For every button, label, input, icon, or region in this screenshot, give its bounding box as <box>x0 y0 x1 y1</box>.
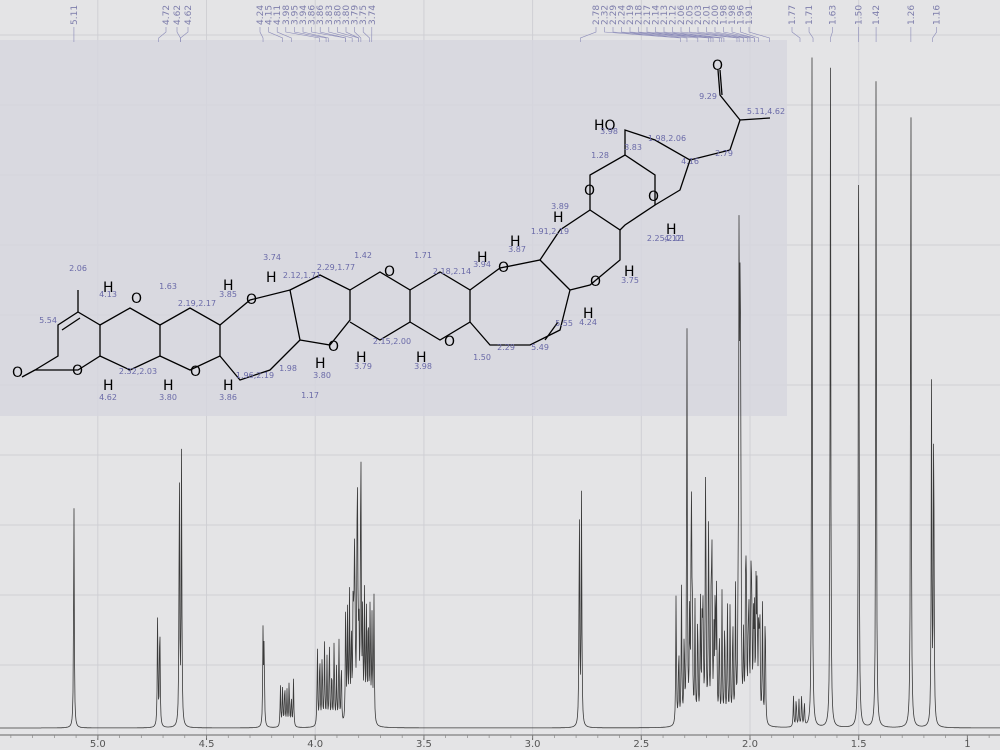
structure-shift-label: 1.91,2.19 <box>531 227 569 236</box>
structure-shift-label: 2.79 <box>715 149 733 158</box>
structure-shift-label: 1.28 <box>591 151 609 160</box>
structure-shift-label: 2.18,2.14 <box>433 267 471 276</box>
structure-shift-label: 1.98 <box>279 364 297 373</box>
x-axis: 5.0 4.5 4.0 3.5 3.0 2.5 2.0 1.5 1 <box>0 734 1000 750</box>
svg-text:O: O <box>246 292 257 308</box>
svg-text:H: H <box>553 210 564 226</box>
structure-shift-label: 4.13 <box>99 290 117 299</box>
structure-shift-label: 3.79 <box>354 362 372 371</box>
svg-text:O: O <box>328 339 339 355</box>
structure-shift-label: 2.12,1.71 <box>283 271 321 280</box>
structure-shift-label: 2.15,2.00 <box>373 337 411 346</box>
structure-shift-label: 2.29 <box>497 343 515 352</box>
structure-shift-label: 1.96,2.19 <box>236 371 274 380</box>
structure-shift-label: 4.12 <box>664 234 682 243</box>
svg-text:H: H <box>266 270 277 286</box>
x-tick-label: 1.5 <box>851 739 867 750</box>
svg-text:H: H <box>223 378 234 394</box>
x-tick-label: 3.5 <box>416 739 432 750</box>
structure-shift-label: 3.98 <box>600 127 618 136</box>
structure-shift-label: 3.87 <box>508 245 526 254</box>
structure-shift-label: 1.42 <box>354 251 372 260</box>
structure-shift-label: 3.80 <box>313 371 331 380</box>
structure-shift-label: 3.94 <box>473 260 491 269</box>
structure-shift-label: 5.55 <box>555 319 573 328</box>
structure-shift-label: 3.89 <box>551 202 569 211</box>
x-tick-label: 4.5 <box>199 739 215 750</box>
structure-shift-label: 1.50 <box>473 353 491 362</box>
x-tick-label: 3.0 <box>525 739 541 750</box>
structure-shift-label: 2.19,2.17 <box>178 299 216 308</box>
peak-labels: 5.11 4.72 4.62 4.62 4.244.154.113.983.953.94… <box>70 5 943 25</box>
x-tick-label: 2.0 <box>742 739 758 750</box>
peak-label: 4.62 <box>184 5 194 25</box>
peak-label: 3.74 <box>368 5 378 25</box>
peak-label: 1.50 <box>855 5 865 25</box>
svg-text:O: O <box>648 189 659 205</box>
structure-shift-label: 3.83 <box>624 143 642 152</box>
peak-label: 1.26 <box>907 5 917 25</box>
structure-shift-label: 2.29,1.77 <box>317 263 355 272</box>
structure-shift-label: 3.74 <box>263 253 281 262</box>
peak-label: 1.71 <box>805 5 815 25</box>
svg-text:O: O <box>590 274 601 290</box>
structure-shift-label: 1.17 <box>301 391 319 400</box>
svg-text:O: O <box>72 363 83 379</box>
structure-shift-label: 1.71 <box>414 251 432 260</box>
peak-label: 4.72 <box>162 5 172 25</box>
peak-label: 1.63 <box>828 5 838 25</box>
svg-text:O: O <box>498 260 509 276</box>
structure-shift-label: 1.98,2.06 <box>648 134 686 143</box>
structure-shift-label: 1.63 <box>159 282 177 291</box>
structure-shift-label: 3.75 <box>621 276 639 285</box>
structure-shift-label: 5.54 <box>39 316 57 325</box>
svg-text:O: O <box>712 58 723 74</box>
structure-shift-label: 2.32,2.03 <box>119 367 157 376</box>
structure-shift-label: 3.98 <box>414 362 432 371</box>
svg-text:H: H <box>103 378 114 394</box>
peak-label: 1.77 <box>788 5 798 25</box>
structure-shift-label: 3.85 <box>219 290 237 299</box>
svg-text:O: O <box>384 264 395 280</box>
structure-shift-label: 9.29 <box>699 92 717 101</box>
peak-label: 1.42 <box>872 5 882 25</box>
peak-label: 4.62 <box>173 5 183 25</box>
svg-text:H: H <box>163 378 174 394</box>
svg-text:O: O <box>12 365 23 381</box>
structure-shift-label: 5.11,4.62 <box>747 107 785 116</box>
structure-shift-label: 4.16 <box>681 157 699 166</box>
x-tick-label: 2.5 <box>633 739 649 750</box>
svg-text:H: H <box>315 356 326 372</box>
structure-shift-label: 5.49 <box>531 343 549 352</box>
x-tick-label: 1 <box>964 739 970 750</box>
structure-shift-label: 4.62 <box>99 393 117 402</box>
structure-shift-label: 2.06 <box>69 264 87 273</box>
svg-text:O: O <box>444 334 455 350</box>
svg-text:O: O <box>584 183 595 199</box>
svg-text:O: O <box>131 291 142 307</box>
x-tick-label: 5.0 <box>90 739 106 750</box>
x-tick-label: 4.0 <box>307 739 323 750</box>
peak-label: 1.91 <box>745 5 755 25</box>
structure-shift-label: 3.80 <box>159 393 177 402</box>
peak-label: 5.11 <box>70 5 80 25</box>
structure-shift-label: 3.86 <box>219 393 237 402</box>
peak-label: 1.16 <box>933 5 943 25</box>
nmr-spectrum-chart: 5.11 4.72 4.62 4.62 4.244.154.113.983.953.94… <box>0 0 1000 750</box>
svg-text:O: O <box>190 364 201 380</box>
structure-shift-label: 4.24 <box>579 318 597 327</box>
